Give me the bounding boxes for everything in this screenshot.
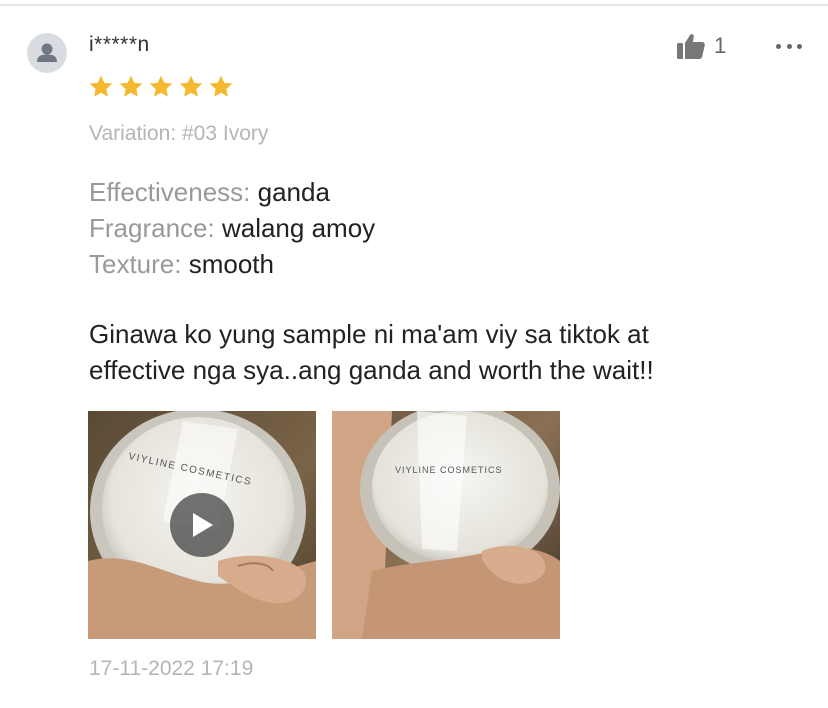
svg-text:VIYLINE COSMETICS: VIYLINE COSMETICS [395,465,503,475]
review-image-thumbnail[interactable]: VIYLINE COSMETICS [332,411,560,639]
like-count: 1 [714,33,727,58]
like-button[interactable]: 1 [676,32,726,60]
thumbs-up-icon [677,34,705,59]
attribute-label: Texture: [89,249,189,279]
attribute-row-texture: Texture: smooth [89,246,375,282]
more-dots-icon[interactable] [776,38,802,54]
attribute-label: Effectiveness: [89,177,258,207]
variation-label: Variation: #03 Ivory [89,122,269,145]
product-photo: VIYLINE COSMETICS [332,411,560,639]
star-icon [149,75,173,97]
attribute-value: ganda [257,177,330,207]
review-attributes: Effectiveness: ganda Fragrance: walang a… [89,174,375,282]
top-divider [0,4,828,6]
play-button[interactable] [170,493,234,557]
reviewer-username: i*****n [89,33,150,56]
person-icon [37,43,57,62]
avatar[interactable] [27,33,67,73]
review-video-thumbnail[interactable]: VIYLINE COSMETICS [88,411,316,639]
attribute-value: smooth [188,249,274,279]
star-icon [89,75,113,97]
star-icon [179,75,203,97]
attribute-value: walang amoy [221,213,376,243]
comment-line: effective nga sya..ang ganda and worth t… [89,355,654,385]
review-timestamp: 17-11-2022 17:19 [89,657,254,680]
attribute-row-fragrance: Fragrance: walang amoy [89,210,375,246]
star-icon [209,75,233,97]
play-icon [193,513,213,537]
attribute-row-effectiveness: Effectiveness: ganda [89,174,375,210]
review-comment: Ginawa ko yung sample ni ma'am viy sa ti… [89,316,789,388]
star-rating [88,74,234,100]
star-icon [119,75,143,97]
comment-line: Ginawa ko yung sample ni ma'am viy sa ti… [89,319,649,349]
attribute-label: Fragrance: [89,213,222,243]
